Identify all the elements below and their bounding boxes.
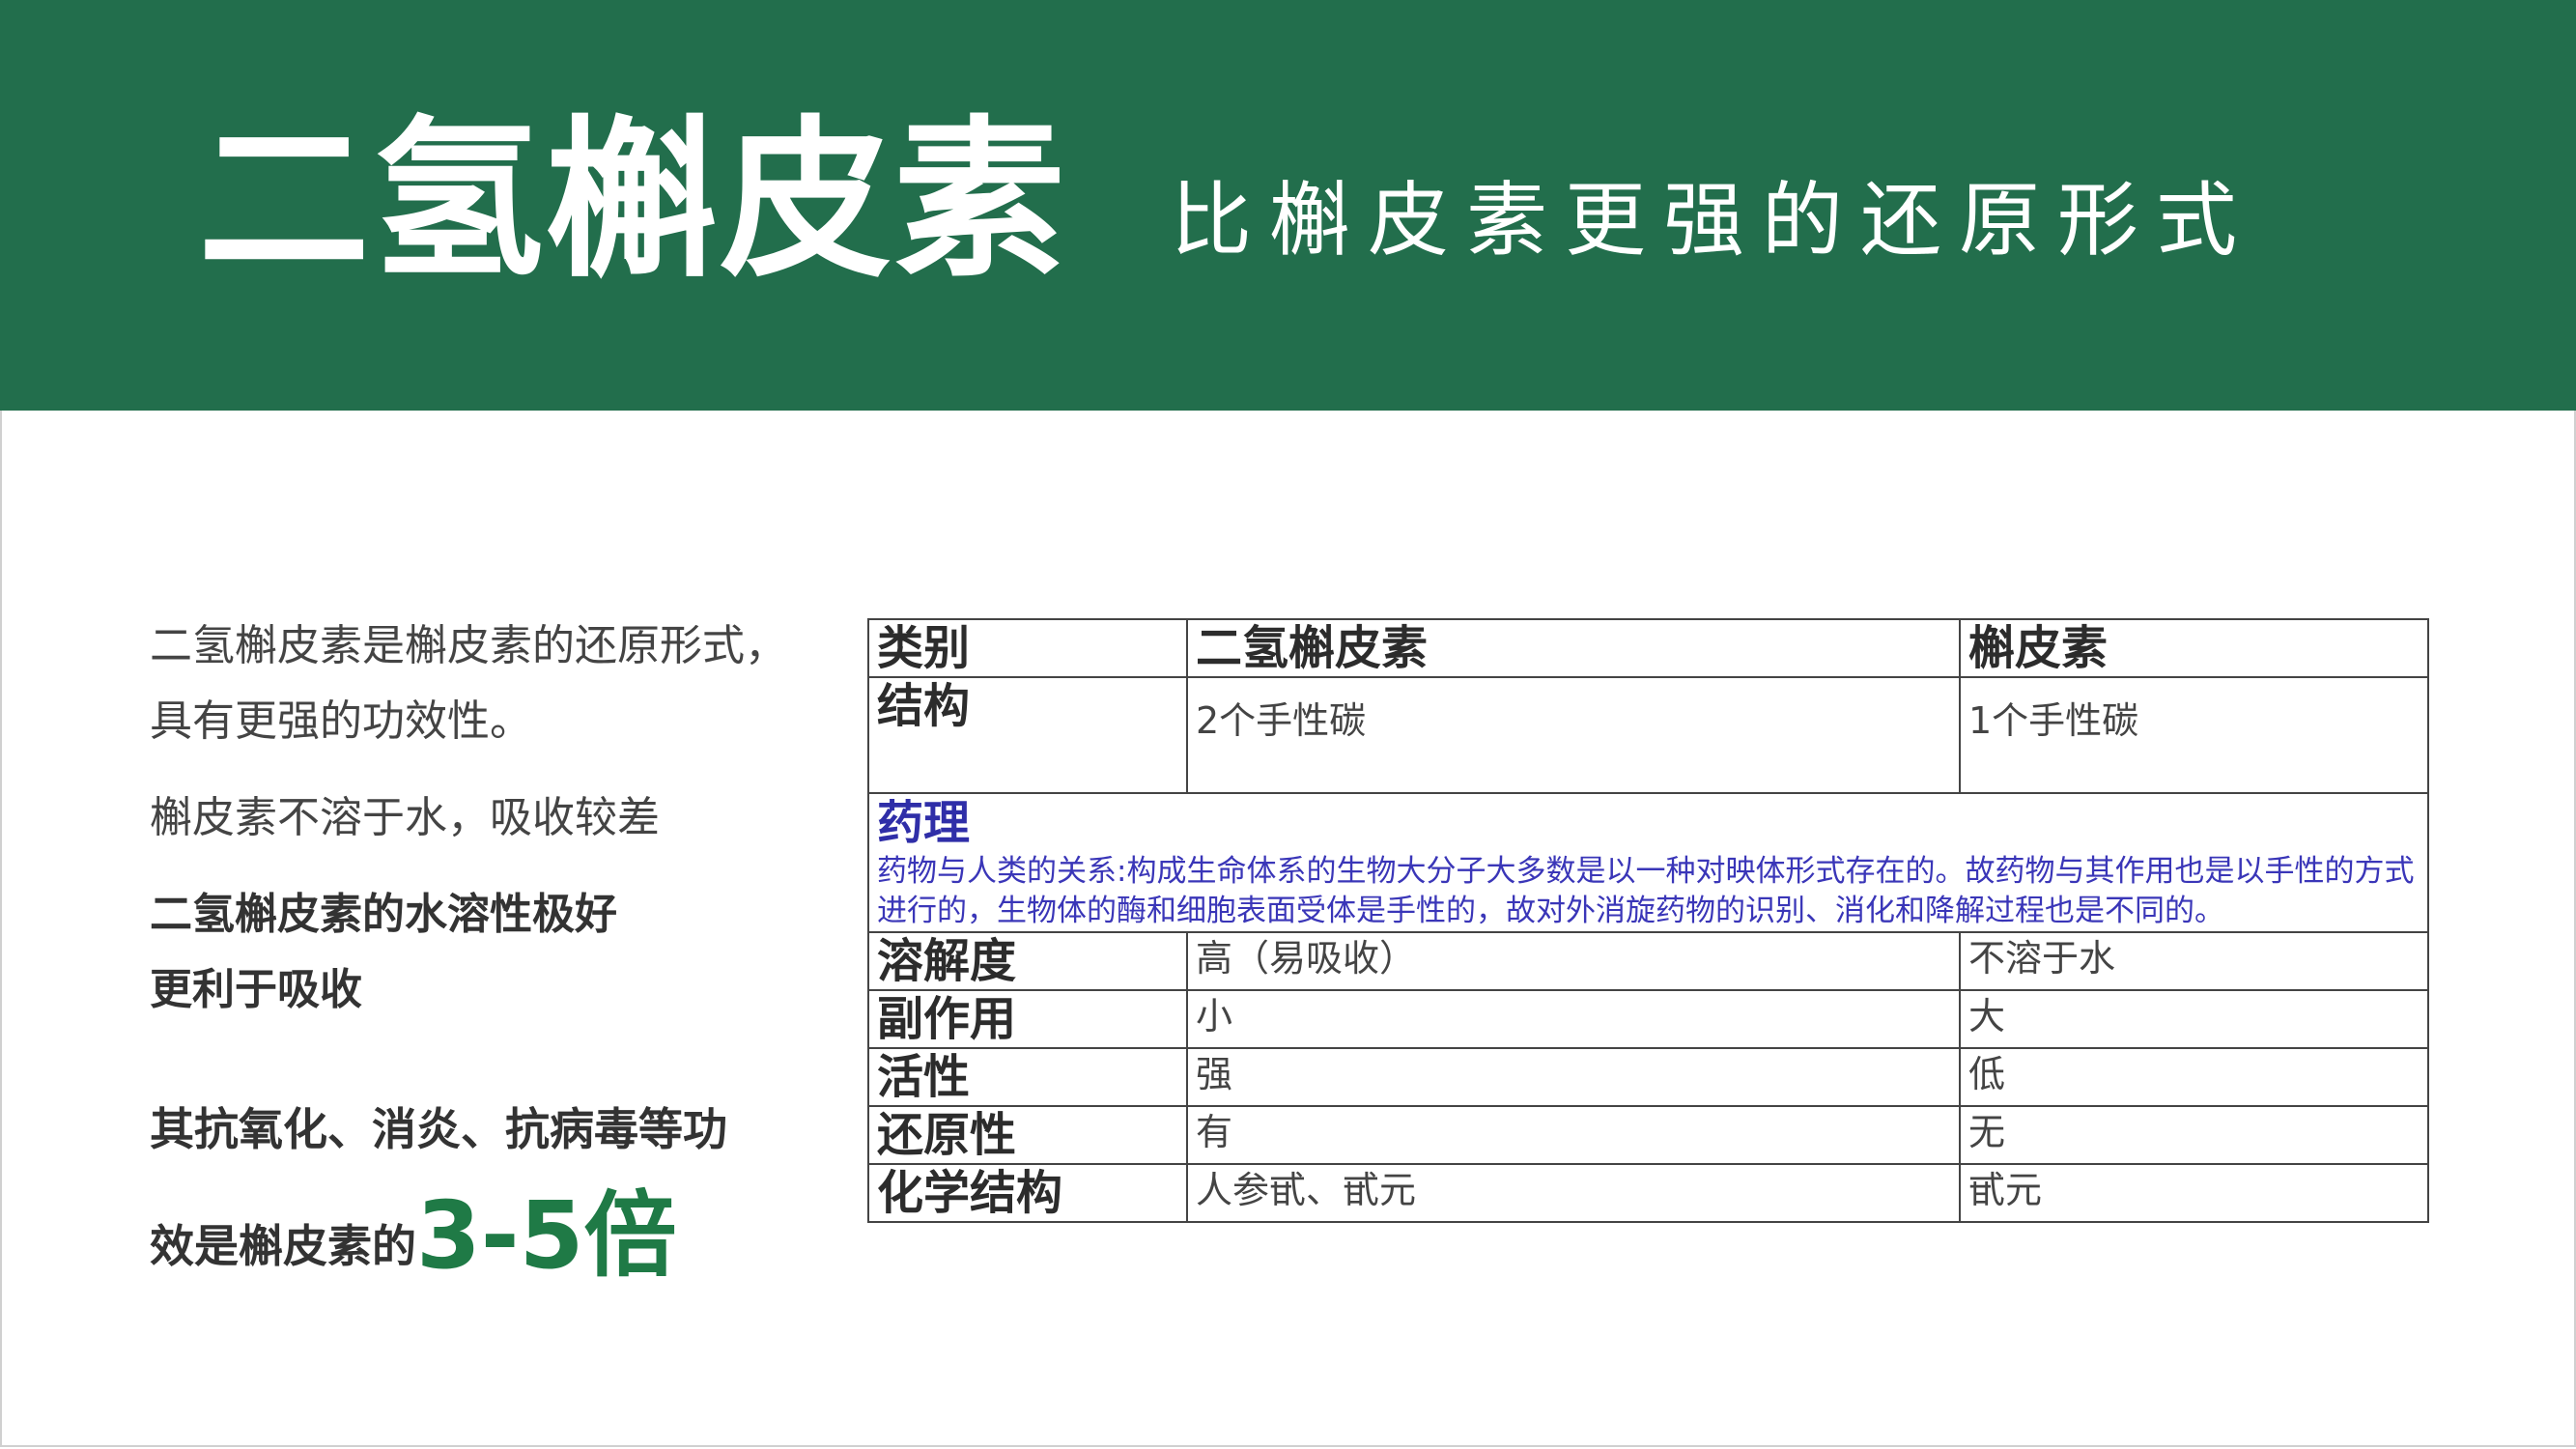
pharmacology-cell: 药理 药物与人类的关系:构成生命体系的生物大分子大多数是以一种对映体形式存在的。…: [867, 792, 2429, 933]
header-dihydroquercetin: 二氢槲皮素: [1186, 618, 1961, 678]
row-label: 结构: [867, 676, 1188, 794]
table-row-structure: 结构 2个手性碳 1个手性碳: [867, 676, 2429, 794]
efficacy-prefix: 效是槲皮素的: [150, 1220, 416, 1272]
intro-paragraph-3-line-1: 二氢槲皮素的水溶性极好: [150, 890, 617, 939]
cell-quercetin: 1个手性碳: [1959, 676, 2429, 794]
pharmacology-title: 药理: [877, 796, 971, 850]
page-subtitle: 比槲皮素更强的还原形式: [1171, 173, 2255, 268]
cell-quercetin: 无: [1959, 1105, 2429, 1165]
cell-quercetin: 不溶于水: [1959, 931, 2429, 991]
table-header-row: 类别 二氢槲皮素 槲皮素: [867, 618, 2429, 678]
intro-text: 二氢槲皮素是槲皮素的还原形式，具有更强的功效性。 槲皮素不溶于水，吸收较差 二氢…: [150, 609, 807, 1299]
table-row-pharmacology: 药理 药物与人类的关系:构成生命体系的生物大分子大多数是以一种对映体形式存在的。…: [867, 792, 2429, 933]
cell-quercetin: 低: [1959, 1047, 2429, 1107]
page-title: 二氢槲皮素: [198, 100, 1067, 300]
table-row: 副作用 小 大: [867, 989, 2429, 1049]
row-label: 还原性: [867, 1105, 1188, 1165]
cell-dihydroquercetin: 2个手性碳: [1186, 676, 1961, 794]
table-row: 活性 强 低: [867, 1047, 2429, 1107]
comparison-table: 类别 二氢槲皮素 槲皮素 结构 2个手性碳 1个手性碳 药理 药物与人类的关系:…: [867, 618, 2429, 1223]
table-row: 化学结构 人参甙、甙元 甙元: [867, 1163, 2429, 1223]
row-label: 副作用: [867, 989, 1188, 1049]
efficacy-line-2: 效是槲皮素的3-5倍: [150, 1182, 807, 1299]
intro-paragraph-2: 槲皮素不溶于水，吸收较差: [150, 793, 660, 842]
cell-dihydroquercetin: 小: [1186, 989, 1961, 1049]
cell-dihydroquercetin: 强: [1186, 1047, 1961, 1107]
intro-paragraph-1: 二氢槲皮素是槲皮素的还原形式，具有更强的功效性。: [150, 621, 787, 746]
row-label: 活性: [867, 1047, 1188, 1107]
cell-dihydroquercetin: 人参甙、甙元: [1186, 1163, 1961, 1223]
header-banner: 二氢槲皮素 比槲皮素更强的还原形式: [0, 0, 2576, 411]
row-label: 溶解度: [867, 931, 1188, 991]
intro-paragraph-3-line-2: 更利于吸收: [150, 965, 362, 1014]
table-row: 还原性 有 无: [867, 1105, 2429, 1165]
header-category: 类别: [867, 618, 1188, 678]
efficacy-line-1: 其抗氧化、消炎、抗病毒等功: [150, 1103, 727, 1155]
row-label: 化学结构: [867, 1163, 1188, 1223]
cell-dihydroquercetin: 高（易吸收）: [1186, 931, 1961, 991]
efficacy-multiplier: 3-5倍: [416, 1181, 677, 1290]
header-quercetin: 槲皮素: [1959, 618, 2429, 678]
table-row: 溶解度 高（易吸收） 不溶于水: [867, 931, 2429, 991]
pharmacology-text: 药物与人类的关系:构成生命体系的生物大分子大多数是以一种对映体形式存在的。故药物…: [877, 854, 2415, 928]
cell-quercetin: 甙元: [1959, 1163, 2429, 1223]
cell-quercetin: 大: [1959, 989, 2429, 1049]
cell-dihydroquercetin: 有: [1186, 1105, 1961, 1165]
